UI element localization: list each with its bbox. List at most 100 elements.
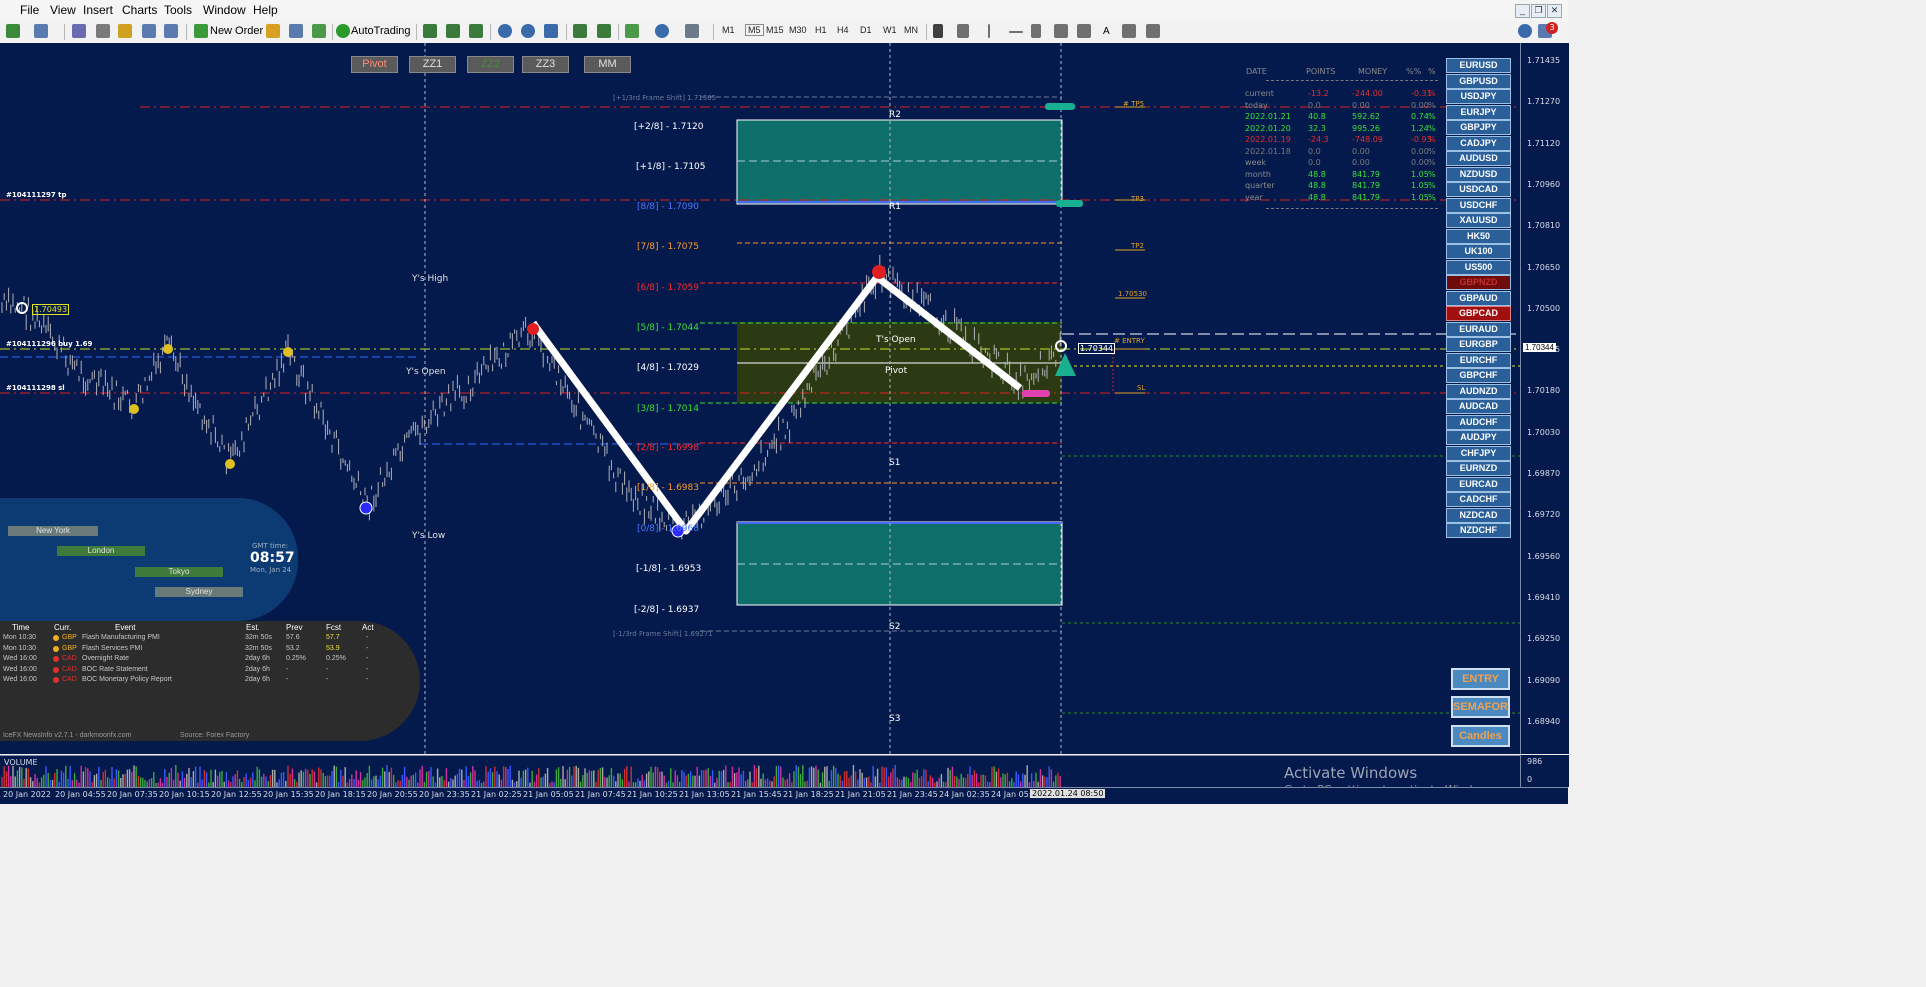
autotrading-icon[interactable] xyxy=(336,24,350,38)
symbol-button-audcad[interactable]: AUDCAD xyxy=(1446,399,1511,414)
metaeditor-icon[interactable] xyxy=(266,24,280,38)
cursor-icon[interactable] xyxy=(933,24,943,38)
autotrading-button[interactable]: AutoTrading xyxy=(351,23,411,40)
tile-windows-icon[interactable] xyxy=(544,24,558,38)
strategy-tester-icon[interactable] xyxy=(164,24,178,38)
symbol-button-audusd[interactable]: AUDUSD xyxy=(1446,151,1511,166)
semafor-button[interactable]: SEMAFOR xyxy=(1451,696,1510,718)
symbol-button-hk50[interactable]: HK50 xyxy=(1446,228,1511,244)
navigator-icon[interactable] xyxy=(118,24,132,38)
symbol-button-cadchf[interactable]: CADCHF xyxy=(1446,492,1511,507)
pivot-toggle-button[interactable]: Pivot xyxy=(351,56,398,73)
symbol-button-usdchf[interactable]: USDCHF xyxy=(1446,197,1511,213)
symbol-button-audnzd[interactable]: AUDNZD xyxy=(1446,383,1511,399)
horizontal-line-icon[interactable] xyxy=(1009,31,1023,33)
symbol-button-gbpnzd[interactable]: GBPNZD xyxy=(1446,275,1511,290)
line-chart-icon[interactable] xyxy=(469,24,483,38)
symbol-button-nzdcad[interactable]: NZDCAD xyxy=(1446,507,1511,523)
menu-help[interactable]: Help xyxy=(253,3,278,17)
templates-icon[interactable] xyxy=(685,24,699,38)
text-icon[interactable]: A xyxy=(1103,23,1110,40)
mm-toggle-button[interactable]: MM xyxy=(584,56,631,73)
market-watch-icon[interactable] xyxy=(72,24,86,38)
chart-shift-icon[interactable] xyxy=(573,24,587,38)
symbol-button-gbpjpy[interactable]: GBPJPY xyxy=(1446,120,1511,135)
channel-icon[interactable] xyxy=(1054,24,1068,38)
minimize-icon[interactable]: _ xyxy=(1515,4,1530,18)
zoom-in-icon[interactable] xyxy=(498,24,512,38)
tf-h4[interactable]: H4 xyxy=(837,25,849,35)
symbol-button-eurjpy[interactable]: EURJPY xyxy=(1446,104,1511,120)
symbol-button-nzdusd[interactable]: NZDUSD xyxy=(1446,166,1511,182)
close-icon[interactable]: ✕ xyxy=(1547,4,1562,18)
profiles-icon[interactable] xyxy=(34,24,48,38)
symbol-button-gbpcad[interactable]: GBPCAD xyxy=(1446,306,1511,321)
bar-chart-icon[interactable] xyxy=(423,24,437,38)
tf-mn[interactable]: MN xyxy=(904,25,918,35)
restore-icon[interactable]: ❐ xyxy=(1531,4,1546,18)
auto-scroll-icon[interactable] xyxy=(597,24,611,38)
zz2-toggle-button[interactable]: ZZ2 xyxy=(467,56,514,73)
symbol-button-us500[interactable]: US500 xyxy=(1446,259,1511,275)
symbol-button-gbpchf[interactable]: GBPCHF xyxy=(1446,368,1511,383)
new-chart-icon[interactable] xyxy=(6,24,20,38)
new-order-icon[interactable] xyxy=(194,24,208,38)
symbol-button-audchf[interactable]: AUDCHF xyxy=(1446,414,1511,430)
arrows-icon[interactable] xyxy=(1146,24,1160,38)
search-icon[interactable] xyxy=(1518,24,1532,38)
symbol-button-euraud[interactable]: EURAUD xyxy=(1446,321,1511,337)
zz3-toggle-button[interactable]: ZZ3 xyxy=(522,56,569,73)
signals-icon[interactable] xyxy=(289,24,303,38)
crosshair-icon[interactable] xyxy=(957,24,969,38)
symbol-button-gbpaud[interactable]: GBPAUD xyxy=(1446,290,1511,306)
gmt-label: GMT time: xyxy=(252,542,289,550)
symbol-button-eurnzd[interactable]: EURNZD xyxy=(1446,461,1511,476)
candlestick-icon[interactable] xyxy=(446,24,460,38)
chart-area[interactable]: Pivot ZZ1 ZZ2 ZZ3 MM [+1/3rd Frame Shift… xyxy=(0,43,1520,754)
indicators-icon[interactable] xyxy=(625,24,639,38)
menu-tools[interactable]: Tools xyxy=(164,3,192,17)
price-axis[interactable]: 1.71435 1.71270 1.71120 1.70960 1.70810 1.706… xyxy=(1520,43,1569,767)
stats-header-date: DATE xyxy=(1246,67,1267,76)
zz1-toggle-button[interactable]: ZZ1 xyxy=(409,56,456,73)
symbol-button-usdcad[interactable]: USDCAD xyxy=(1446,182,1511,197)
trendline-icon[interactable] xyxy=(1031,24,1041,38)
vps-icon[interactable] xyxy=(312,24,326,38)
menu-window[interactable]: Window xyxy=(203,3,246,17)
symbol-button-eurchf[interactable]: EURCHF xyxy=(1446,352,1511,368)
time-axis[interactable]: 20 Jan 2022 20 Jan 04:55 20 Jan 07:35 20 Ja… xyxy=(0,787,1568,804)
symbol-button-nzdchf[interactable]: NZDCHF xyxy=(1446,523,1511,538)
menu-charts[interactable]: Charts xyxy=(122,3,157,17)
tf-m1[interactable]: M1 xyxy=(722,25,735,35)
symbol-button-xauusd[interactable]: XAUUSD xyxy=(1446,213,1511,228)
symbol-button-gbpusd[interactable]: GBPUSD xyxy=(1446,73,1511,89)
fibonacci-icon[interactable] xyxy=(1077,24,1091,38)
sl-label: SL xyxy=(1137,384,1146,392)
symbol-button-cadjpy[interactable]: CADJPY xyxy=(1446,135,1511,151)
tf-d1[interactable]: D1 xyxy=(860,25,872,35)
vertical-line-icon[interactable] xyxy=(988,24,990,38)
tf-h1[interactable]: H1 xyxy=(815,25,827,35)
new-order-button[interactable]: New Order xyxy=(210,23,263,40)
tf-w1[interactable]: W1 xyxy=(883,25,897,35)
symbol-button-eurusd[interactable]: EURUSD xyxy=(1446,58,1511,73)
text-label-icon[interactable] xyxy=(1122,24,1136,38)
terminal-icon[interactable] xyxy=(142,24,156,38)
periods-icon[interactable] xyxy=(655,24,669,38)
menu-view[interactable]: View xyxy=(50,3,76,17)
tf-m5[interactable]: M5 xyxy=(745,24,764,36)
symbol-button-chfjpy[interactable]: CHFJPY xyxy=(1446,445,1511,461)
symbol-button-uk100[interactable]: UK100 xyxy=(1446,244,1511,259)
symbol-button-eurgbp[interactable]: EURGBP xyxy=(1446,337,1511,352)
symbol-button-usdjpy[interactable]: USDJPY xyxy=(1446,89,1511,104)
candles-button[interactable]: Candles xyxy=(1451,725,1510,747)
zoom-out-icon[interactable] xyxy=(521,24,535,38)
data-window-icon[interactable] xyxy=(96,24,110,38)
symbol-button-audjpy[interactable]: AUDJPY xyxy=(1446,430,1511,445)
tf-m15[interactable]: M15 xyxy=(766,25,784,35)
entry-button[interactable]: ENTRY xyxy=(1451,668,1510,690)
menu-insert[interactable]: Insert xyxy=(83,3,113,17)
symbol-button-eurcad[interactable]: EURCAD xyxy=(1446,476,1511,492)
menu-file[interactable]: File xyxy=(20,3,39,17)
tf-m30[interactable]: M30 xyxy=(789,25,807,35)
